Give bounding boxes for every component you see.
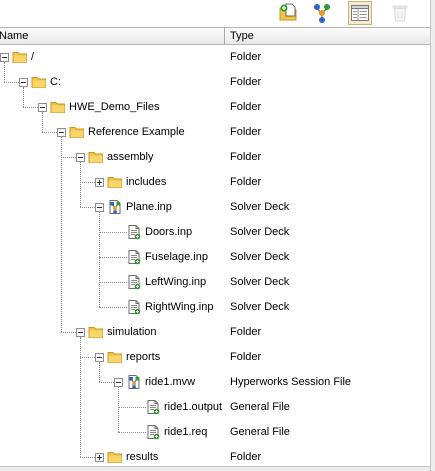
tree-item-name: Reference Example: [88, 126, 185, 138]
tree-item-name: ride1.mvw: [145, 376, 196, 388]
expand-toggle[interactable]: [95, 178, 104, 187]
tree-item-type: Folder: [230, 151, 262, 163]
folder-icon: [107, 349, 123, 365]
tree-item-type: Folder: [230, 451, 262, 463]
window-edge-right: [430, 0, 435, 471]
collapse-toggle[interactable]: [76, 328, 85, 337]
tree-row[interactable]: reports Folder: [0, 345, 430, 370]
tree-row[interactable]: Doors.inp Solver Deck: [0, 220, 430, 245]
tree-item-name: HWE_Demo_Files: [69, 101, 160, 113]
folder-icon: [50, 99, 66, 115]
collapse-toggle[interactable]: [0, 53, 9, 62]
collapse-toggle[interactable]: [38, 103, 47, 112]
collapse-toggle[interactable]: [19, 78, 28, 87]
list-view-icon: [350, 4, 370, 22]
folder-icon: [107, 449, 123, 465]
file-icon: [145, 399, 161, 415]
file-icon: [145, 424, 161, 440]
collapse-toggle[interactable]: [95, 203, 104, 212]
tree-item-type: Solver Deck: [230, 201, 290, 213]
tree-row[interactable]: HWE_Demo_Files Folder: [0, 95, 430, 120]
tree-item-type: Folder: [230, 176, 262, 188]
tree-row[interactable]: ride1.output General File: [0, 395, 430, 420]
tree-row[interactable]: simulation Folder: [0, 320, 430, 345]
tree-item-name: C:: [50, 76, 61, 88]
file-icon: [126, 224, 142, 240]
collapse-toggle[interactable]: [76, 153, 85, 162]
tree-item-name: includes: [126, 176, 167, 188]
column-name-header[interactable]: Name: [0, 28, 28, 44]
column-type-header[interactable]: Type: [230, 28, 254, 44]
trash-icon: [391, 3, 409, 23]
add-file-button[interactable]: [276, 1, 300, 25]
tree-item-type: General File: [230, 426, 290, 438]
delete-button[interactable]: [388, 1, 412, 25]
tree-row[interactable]: C: Folder: [0, 70, 430, 95]
folder-icon: [107, 174, 123, 190]
collapse-toggle[interactable]: [95, 353, 104, 362]
tree-item-type: Folder: [230, 51, 262, 63]
folder-icon: [31, 74, 47, 90]
tree-item-name: Fuselage.inp: [145, 251, 208, 263]
folder-icon: [12, 49, 28, 65]
tree-item-name: LeftWing.inp: [145, 276, 207, 288]
column-resize-handle[interactable]: [224, 28, 225, 44]
tree-item-name: assembly: [107, 151, 154, 163]
tree-row[interactable]: LeftWing.inp Solver Deck: [0, 270, 430, 295]
solver-deck-icon: [107, 199, 123, 215]
expand-toggle[interactable]: [95, 453, 104, 462]
tree-item-type: General File: [230, 401, 290, 413]
tree-item-type: Folder: [230, 326, 262, 338]
tree-item-type: Solver Deck: [230, 251, 290, 263]
toolbar: [0, 0, 435, 27]
tree-row[interactable]: Reference Example Folder: [0, 120, 430, 145]
file-icon: [126, 299, 142, 315]
session-file-icon: [126, 374, 142, 390]
hierarchy-view-button[interactable]: [310, 1, 334, 25]
folder-icon: [88, 324, 104, 340]
tree-item-name: simulation: [107, 326, 157, 338]
tree-item-name: Doors.inp: [145, 226, 193, 238]
file-icon: [126, 274, 142, 290]
tree-item-name: reports: [126, 351, 161, 363]
tree-item-name: ride1.output: [164, 401, 223, 413]
tree-row[interactable]: Plane.inp Solver Deck: [0, 195, 430, 220]
tree-item-type: Solver Deck: [230, 226, 290, 238]
column-header: Name Type: [0, 27, 435, 45]
tree-row[interactable]: Fuselage.inp Solver Deck: [0, 245, 430, 270]
tree-row[interactable]: ride1.req General File: [0, 420, 430, 445]
tree-item-type: Solver Deck: [230, 301, 290, 313]
collapse-toggle[interactable]: [57, 128, 66, 137]
tree-item-type: Folder: [230, 351, 262, 363]
tree-row[interactable]: / Folder: [0, 45, 430, 70]
tree-item-name: Plane.inp: [126, 201, 172, 213]
collapse-toggle[interactable]: [114, 378, 123, 387]
folder-icon: [69, 124, 85, 140]
tree-item-name: RightWing.inp: [145, 301, 214, 313]
tree-row[interactable]: RightWing.inp Solver Deck: [0, 295, 430, 320]
tree-row[interactable]: includes Folder: [0, 170, 430, 195]
tree-item-type: Hyperworks Session File: [230, 376, 352, 388]
hierarchy-icon: [311, 2, 333, 24]
tree-item-type: Folder: [230, 101, 262, 113]
add-file-icon: [277, 2, 299, 24]
tree-item-type: Solver Deck: [230, 276, 290, 288]
file-icon: [126, 249, 142, 265]
window-edge-bottom: [0, 466, 430, 471]
file-tree: / Folder C: Folder HWE_Demo_Files Folder Refer…: [0, 45, 430, 470]
tree-item-name: results: [126, 451, 159, 463]
list-view-button[interactable]: [348, 1, 372, 25]
folder-icon: [88, 149, 104, 165]
tree-row[interactable]: assembly Folder: [0, 145, 430, 170]
tree-item-name: ride1.req: [164, 426, 208, 438]
tree-item-name: /: [31, 51, 35, 63]
tree-item-type: Folder: [230, 76, 262, 88]
tree-item-type: Folder: [230, 126, 262, 138]
tree-row[interactable]: ride1.mvw Hyperworks Session File: [0, 370, 430, 395]
